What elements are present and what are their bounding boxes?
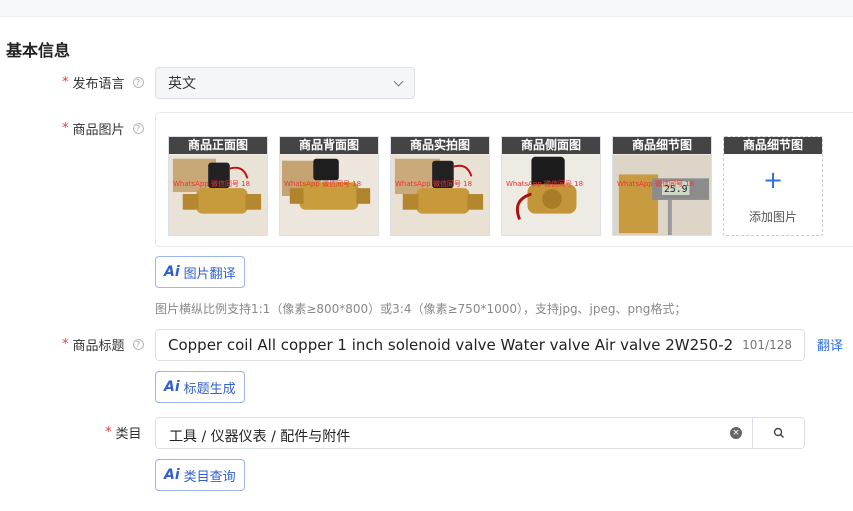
images-label: 商品图片 (72, 123, 125, 138)
valve-photo (169, 154, 267, 235)
title-generate-button[interactable]: Ai 标题生成 (155, 371, 245, 403)
product-image-back[interactable]: 商品背面图 WhatsApp 微信同号 18 (279, 136, 379, 236)
image-caption: 商品实拍图 (391, 137, 489, 154)
required-mark: * (105, 425, 112, 440)
product-image-detail[interactable]: 商品细节图 25.9 WhatsApp 微信同号 18 (612, 136, 712, 236)
image-watermark: WhatsApp 微信同号 18 (617, 180, 695, 188)
language-select[interactable]: 英文 (155, 67, 415, 99)
category-query-label: 类目查询 (183, 469, 236, 485)
help-icon[interactable]: ? (132, 77, 144, 88)
required-mark: * (62, 337, 69, 352)
add-image-tile[interactable]: 商品细节图 + 添加图片 (723, 136, 823, 236)
image-watermark: WhatsApp 微信同号 18 (506, 180, 584, 188)
valve-photo (502, 154, 600, 235)
title-char-count: 101/128 (742, 338, 792, 352)
language-label: 发布语言 (72, 77, 125, 92)
valve-photo (391, 154, 489, 235)
required-mark: * (62, 75, 69, 90)
category-label-row: * 类目 (105, 423, 142, 442)
language-value: 英文 (168, 76, 196, 92)
clear-icon[interactable]: × (730, 427, 742, 439)
valve-photo (280, 154, 378, 235)
product-image-real[interactable]: 商品实拍图 WhatsApp 微信同号 18 (390, 136, 490, 236)
image-caption: 商品细节图 (613, 137, 711, 154)
image-caption: 商品背面图 (280, 137, 378, 154)
title-label-row: * 商品标题 ? (62, 335, 144, 354)
title-generate-label: 标题生成 (183, 381, 236, 397)
category-input[interactable]: 工具 / 仪器仪表 / 配件与附件 × (155, 417, 805, 449)
valve-photo: 25.9 (613, 154, 711, 235)
images-label-row: * 商品图片 ? (62, 119, 144, 138)
translate-link[interactable]: 翻译 (817, 335, 843, 354)
image-panel: 商品正面图 WhatsApp 微信同号 18 商品背面图 WhatsApp 微信… (155, 112, 853, 247)
search-button[interactable] (752, 418, 805, 448)
title-value: Copper coil All copper 1 inch solenoid v… (168, 336, 733, 354)
add-image-label: 添加图片 (748, 210, 797, 224)
help-icon[interactable]: ? (132, 339, 144, 350)
section-title: 基本信息 (6, 41, 71, 60)
image-caption: 商品正面图 (169, 137, 267, 154)
title-label: 商品标题 (72, 339, 125, 354)
product-image-side[interactable]: 商品侧面图 WhatsApp 微信同号 18 (501, 136, 601, 236)
top-bar (0, 0, 853, 17)
language-label-row: * 发布语言 ? (62, 73, 144, 92)
image-watermark: WhatsApp 微信同号 18 (284, 180, 362, 188)
category-query-button[interactable]: Ai 类目查询 (155, 459, 245, 491)
ai-icon: Ai (164, 379, 180, 395)
image-caption: 商品细节图 (724, 137, 822, 154)
image-translate-label: 图片翻译 (183, 266, 236, 282)
plus-icon: + (762, 166, 784, 194)
image-caption: 商品侧面图 (502, 137, 600, 154)
required-mark: * (62, 121, 69, 136)
chevron-down-icon (393, 76, 404, 86)
search-icon (773, 427, 784, 438)
title-input[interactable]: Copper coil All copper 1 inch solenoid v… (155, 329, 805, 361)
category-label: 类目 (115, 427, 142, 442)
image-format-hint: 图片横纵比例支持1:1（像素≥800*800）或3:4（像素≥750*1000）… (155, 302, 687, 316)
image-watermark: WhatsApp 微信同号 18 (395, 180, 473, 188)
image-translate-button[interactable]: Ai 图片翻译 (155, 256, 245, 288)
help-icon[interactable]: ? (132, 123, 144, 134)
category-value: 工具 / 仪器仪表 / 配件与附件 (169, 429, 351, 445)
product-image-front[interactable]: 商品正面图 WhatsApp 微信同号 18 (168, 136, 268, 236)
ai-icon: Ai (164, 264, 180, 280)
image-watermark: WhatsApp 微信同号 18 (173, 180, 251, 188)
ai-icon: Ai (164, 467, 180, 483)
